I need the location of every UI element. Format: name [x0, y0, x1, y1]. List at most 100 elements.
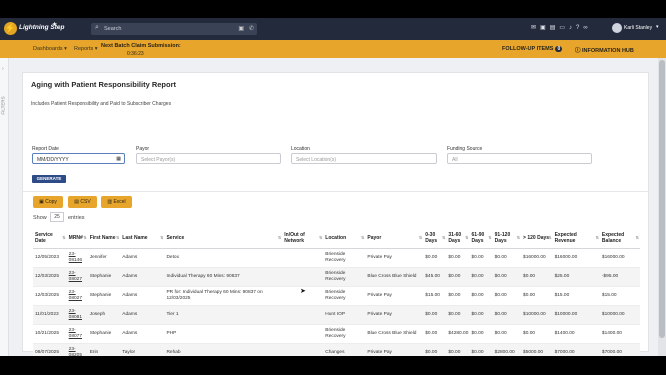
table-cell: $0.00 [469, 267, 493, 287]
chevron-down-icon[interactable]: ▾ [656, 24, 659, 30]
table-cell [282, 305, 324, 325]
avatar[interactable] [612, 23, 622, 33]
table-cell: $0.00 [469, 286, 493, 306]
column-header[interactable]: Service Date ⇅ [33, 228, 67, 249]
table-cell: Hunt IOP [323, 305, 366, 325]
column-header[interactable]: > 120 Days ⇅ [521, 228, 553, 249]
filters-tab-label[interactable]: FILTERS [1, 96, 6, 114]
table-cell: $15.00 [423, 286, 447, 306]
sort-icon[interactable]: ⇅ [319, 235, 322, 240]
toolbar-icons[interactable]: ✉▣▤▭♪?∞ [531, 24, 592, 31]
sort-icon[interactable]: ⇅ [62, 235, 65, 240]
aging-report-table: Service Date ⇅ MRN# ⇅ First Name ⇅ Last Name ⇅ S… [33, 228, 640, 356]
report-subtitle: Includes Patient Responsibility and Paid… [31, 101, 172, 107]
scan-icon[interactable]: ▣ [238, 25, 244, 32]
chevron-right-icon[interactable]: › [2, 66, 4, 72]
table-row[interactable]: 10/21/2025 23-08077 Stephanie Adams PHP Brien… [33, 324, 640, 344]
report-date-input[interactable]: MM/DD/YYYY ▦ [32, 153, 125, 164]
search-input[interactable]: Search [104, 26, 121, 32]
sort-icon[interactable]: ⇅ [116, 235, 119, 240]
table-row[interactable]: 12/05/2023 23-08146 Jennifer Adams Detox Brie… [33, 248, 640, 268]
table-cell: 08/07/2025 [33, 343, 67, 356]
table-row[interactable]: 11/01/2023 23-08081 Joseph Adams Tier 1 Hunt … [33, 305, 640, 325]
entries-per-page-select[interactable]: 25 [50, 212, 64, 222]
sort-icon[interactable]: ⇅ [442, 235, 445, 240]
information-hub-button[interactable]: ⓘ INFORMATION HUB [575, 46, 634, 54]
page-scrollbar[interactable] [658, 58, 666, 356]
sort-icon[interactable]: ⇅ [83, 235, 86, 240]
column-header-label: 31-60 Days [448, 231, 462, 244]
column-header[interactable]: Service ⇅ [164, 228, 283, 249]
sort-icon[interactable]: ⇅ [278, 235, 281, 240]
table-cell [282, 267, 324, 287]
funding-source-select[interactable]: All [447, 153, 592, 164]
nav-reports[interactable]: Reports ▾ [74, 46, 98, 52]
table-body: 12/05/2023 23-08146 Jennifer Adams Detox Brie… [33, 248, 640, 356]
table-row[interactable]: 12/03/2025 23-08027 Stephanie Adams Individu… [33, 267, 640, 287]
sort-icon[interactable]: ⇅ [596, 235, 599, 240]
column-header[interactable]: Location ⇅ [323, 228, 366, 249]
column-header[interactable]: 91-120 Days ⇅ [492, 228, 522, 249]
nav-dashboards[interactable]: Dashboards ▾ [33, 46, 67, 52]
mrn-link[interactable]: 23-08146 [66, 248, 88, 268]
table-row[interactable]: 12/03/2025 23-08027 Stephanie Adams PR for: … [33, 286, 640, 306]
column-header[interactable]: In/Out of Network ⇅ [282, 228, 324, 249]
mrn-link[interactable]: 23-08077 [66, 324, 88, 344]
table-cell: $0.00 [423, 305, 447, 325]
table-cell: $1400.00 [599, 324, 640, 344]
csv-button[interactable]: ▤ CSV [68, 196, 97, 208]
global-search[interactable]: ⌕ Search ▣ ✆ [91, 23, 257, 35]
sort-icon[interactable]: ⇅ [517, 235, 520, 240]
table-cell: Individual Therapy 60 Mins: 90837 [164, 267, 283, 287]
funding-source-label: Funding Source [447, 146, 483, 152]
column-header[interactable]: Expected Balance ⇅ [599, 228, 640, 249]
sort-icon[interactable]: ⇅ [361, 235, 364, 240]
column-header[interactable]: MRN# ⇅ [66, 228, 88, 249]
table-cell: Brienside Recovery [323, 324, 366, 344]
mrn-link[interactable]: 23-08027 [66, 267, 88, 287]
table-cell: Private Pay [365, 343, 424, 356]
mrn-link[interactable]: 23-08081 [66, 305, 88, 325]
table-cell: Brienside Recovery [323, 286, 366, 306]
scrollbar-thumb[interactable] [659, 60, 665, 338]
excel-button[interactable]: ▥ Excel [101, 196, 132, 208]
table-cell: $0.00 [521, 324, 553, 344]
location-select[interactable]: Select Location(s) [291, 153, 437, 164]
calendar-icon[interactable]: ▦ [116, 156, 121, 162]
sort-icon[interactable]: ⇅ [488, 235, 491, 240]
copy-button[interactable]: ▣ Copy [33, 196, 63, 208]
favorite-star-icon[interactable]: ★ [52, 21, 57, 28]
table-cell: Taylor [120, 343, 165, 356]
mrn-link[interactable]: 23-08205 [66, 343, 88, 356]
column-header[interactable]: 61-90 Days ⇅ [469, 228, 493, 249]
filters-side-tab[interactable]: › FILTERS [0, 58, 9, 356]
table-cell: PHP [164, 324, 283, 344]
phone-icon[interactable]: ✆ [249, 25, 254, 32]
generate-button[interactable]: GENERATE [32, 175, 66, 183]
followup-items-button[interactable]: FOLLOW-UP ITEMS 0 [502, 46, 563, 52]
brand-logo-icon[interactable]: ⚡ [4, 22, 17, 35]
username[interactable]: Karli Stanley [624, 25, 652, 31]
sort-icon[interactable]: ⇅ [419, 235, 422, 240]
table-cell: Stephanie [87, 286, 121, 306]
table-cell: Jennifer [87, 248, 121, 268]
sort-icon[interactable]: ⇅ [548, 235, 551, 240]
table-cell: Adams [120, 248, 165, 268]
table-cell: Rehab [164, 343, 283, 356]
mrn-link[interactable]: 23-08027 [66, 286, 88, 306]
sort-icon[interactable]: ⇅ [160, 235, 163, 240]
table-row[interactable]: 08/07/2025 23-08205 Erin Taylor Rehab Changes… [33, 343, 640, 356]
column-header[interactable]: First Name ⇅ [87, 228, 121, 249]
column-header[interactable]: Payor ⇅ [365, 228, 424, 249]
payor-select[interactable]: Select Payor(s) [136, 153, 281, 164]
sort-icon[interactable]: ⇅ [636, 235, 639, 240]
column-header[interactable]: Expected Revenue ⇅ [552, 228, 600, 249]
table-cell: $0.00 [521, 286, 553, 306]
claim-countdown: 0:36:23 [127, 51, 144, 57]
table-cell: $0.00 [492, 248, 522, 268]
column-header[interactable]: 0-30 Days ⇅ [423, 228, 447, 249]
sort-icon[interactable]: ⇅ [465, 235, 468, 240]
table-cell: Adams [120, 286, 165, 306]
column-header[interactable]: Last Name ⇅ [120, 228, 165, 249]
column-header[interactable]: 31-60 Days ⇅ [446, 228, 470, 249]
